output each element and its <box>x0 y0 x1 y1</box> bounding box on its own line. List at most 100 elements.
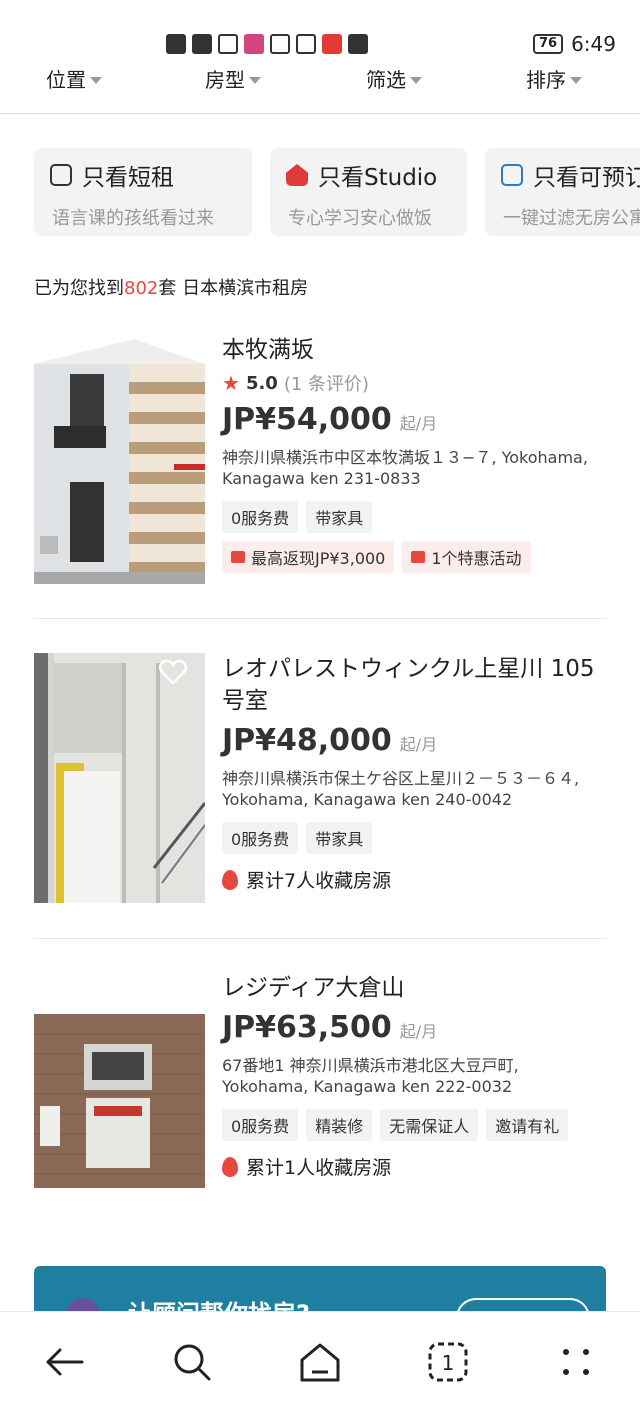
listing-title[interactable]: レオパレストウィンクル上星川 105号室 <box>222 653 606 717</box>
status-bar: 76 6:49 <box>0 0 640 60</box>
price-row: JP¥54,000 起/月 <box>222 402 606 437</box>
home-icon[interactable] <box>296 1338 344 1386</box>
menu-icon[interactable] <box>552 1338 600 1386</box>
favorite-count: 累计7人收藏房源 <box>222 866 606 893</box>
filter-label: 筛选 <box>366 68 406 92</box>
listing-photo[interactable] <box>34 1014 205 1188</box>
tag: 0服务费 <box>222 501 299 533</box>
price-row: JP¥63,500 起/月 <box>222 1010 606 1045</box>
review-count[interactable]: (1 条评价) <box>284 370 369 396</box>
quick-filter-subtitle: 专心学习安心做饭 <box>288 208 432 229</box>
back-arrow-icon[interactable] <box>40 1338 88 1386</box>
listing-price: JP¥63,500 <box>222 1010 392 1045</box>
listing-title[interactable]: 本牧满坂 <box>222 334 606 366</box>
svg-text:1: 1 <box>442 1351 455 1375</box>
filter-label: 排序 <box>526 68 566 92</box>
filter-location[interactable]: 位置 <box>46 64 102 93</box>
listen-icon <box>270 34 290 54</box>
calendar-check-icon <box>501 164 523 186</box>
favorite-count: 累计1人收藏房源 <box>222 1153 606 1180</box>
battery-icon: 76 <box>532 34 564 54</box>
star-icon: ★ <box>222 371 240 395</box>
tag: 0服务费 <box>222 822 299 854</box>
tag: 带家具 <box>306 822 373 854</box>
listing-photo[interactable] <box>34 334 205 584</box>
tag: 精装修 <box>306 1109 373 1141</box>
divider <box>34 618 606 619</box>
search-icon[interactable] <box>168 1338 216 1386</box>
rating-score: 5.0 <box>245 372 278 394</box>
listing-promos: 最高返现JP¥3,000 1个特惠活动 <box>222 541 606 573</box>
listing-card[interactable]: レオパレストウィンクル上星川 105号室 JP¥48,000 起/月 神奈川県横… <box>34 653 606 903</box>
favorite-text: 累计1人收藏房源 <box>246 1157 392 1179</box>
status-icons <box>166 34 368 54</box>
cashback-badge[interactable]: 最高返现JP¥3,000 <box>222 541 395 573</box>
quick-filter-short-rent[interactable]: 只看短租 语言课的孩纸看过来 <box>34 148 252 236</box>
bottom-nav: 1 <box>0 1311 640 1410</box>
tag: 0服务费 <box>222 1109 299 1141</box>
listing-info: レジディア大倉山 JP¥63,500 起/月 67番地1 神奈川県横浜市港北区大… <box>222 972 606 1180</box>
filter-label: 房型 <box>205 68 245 92</box>
quick-filter-subtitle: 语言课的孩纸看过来 <box>52 208 214 229</box>
quick-filter-row: 只看短租 语言课的孩纸看过来 只看Studio 专心学习安心做饭 只看可预订 一… <box>34 148 640 236</box>
tag: 带家具 <box>306 501 373 533</box>
filter-room-type[interactable]: 房型 <box>205 64 261 93</box>
favorite-text: 累计7人收藏房源 <box>246 870 392 892</box>
price-unit: 起/月 <box>399 414 438 433</box>
listing-card[interactable]: 本牧满坂 ★ 5.0 (1 条评价) JP¥54,000 起/月 神奈川県横浜市… <box>34 334 606 584</box>
result-suffix: 套 日本横滨市租房 <box>158 278 309 299</box>
listing-tags: 0服务费 带家具 <box>222 822 606 854</box>
tag: 邀请有礼 <box>486 1109 569 1141</box>
tv-icon <box>296 34 316 54</box>
chevron-down-icon <box>249 76 261 84</box>
promo-text: 1个特惠活动 <box>431 549 522 568</box>
listing-tags: 0服务费 精装修 无需保证人 邀请有礼 <box>222 1109 606 1141</box>
result-count: 已为您找到802套 日本横滨市租房 <box>34 274 308 300</box>
tabs-icon[interactable]: 1 <box>424 1338 472 1386</box>
quick-filter-studio[interactable]: 只看Studio 专心学习安心做饭 <box>270 148 467 236</box>
quick-filter-title: 只看可预订 <box>533 165 640 191</box>
result-prefix: 已为您找到 <box>34 278 124 299</box>
price-row: JP¥48,000 起/月 <box>222 723 606 758</box>
quick-filter-title: 只看短租 <box>82 165 174 191</box>
house-icon <box>286 164 308 186</box>
luggage-icon <box>50 164 72 186</box>
listing-tags: 0服务费 带家具 <box>222 501 606 533</box>
chevron-down-icon <box>90 76 102 84</box>
price-unit: 起/月 <box>399 1022 438 1041</box>
promo-text: 最高返现JP¥3,000 <box>251 549 386 568</box>
listing-photo[interactable] <box>34 653 205 903</box>
price-unit: 起/月 <box>399 735 438 754</box>
filter-more[interactable]: 筛选 <box>366 64 422 93</box>
quick-filter-subtitle: 一键过滤无房公寓 <box>503 208 640 229</box>
chevron-down-icon <box>570 76 582 84</box>
clock: 6:49 <box>571 32 616 56</box>
app-icon <box>244 34 264 54</box>
wifi-icon <box>218 34 238 54</box>
tag-icon <box>411 551 426 563</box>
listing-price: JP¥54,000 <box>222 402 392 437</box>
rating: ★ 5.0 (1 条评价) <box>222 370 606 396</box>
quick-filter-title: 只看Studio <box>318 165 438 191</box>
flame-icon <box>222 869 238 890</box>
listing-title[interactable]: レジディア大倉山 <box>222 972 606 1004</box>
quick-filter-bookable[interactable]: 只看可预订 一键过滤无房公寓 <box>485 148 640 236</box>
favorite-heart-icon[interactable] <box>159 659 187 685</box>
tiktok-icon <box>348 34 368 54</box>
listing-address: 67番地1 神奈川県横浜市港北区大豆戸町, Yokohama, Kanagawa… <box>222 1056 519 1096</box>
listing-card[interactable]: レジディア大倉山 JP¥63,500 起/月 67番地1 神奈川県横浜市港北区大… <box>34 972 606 1230</box>
result-number: 802 <box>124 278 159 299</box>
flame-icon <box>222 1156 238 1177</box>
deal-badge[interactable]: 1个特惠活动 <box>402 541 531 573</box>
listen-app-icon <box>322 34 342 54</box>
divider <box>34 938 606 939</box>
filter-label: 位置 <box>46 68 86 92</box>
chevron-down-icon <box>410 76 422 84</box>
listing-info: レオパレストウィンクル上星川 105号室 JP¥48,000 起/月 神奈川県横… <box>222 653 606 893</box>
listing-info: 本牧满坂 ★ 5.0 (1 条评价) JP¥54,000 起/月 神奈川県横浜市… <box>222 334 606 573</box>
filter-bar: 位置 房型 筛选 排序 <box>0 60 640 114</box>
filter-sort[interactable]: 排序 <box>526 64 582 93</box>
signal-icon <box>192 34 212 54</box>
ticket-icon <box>231 551 245 563</box>
hd-icon <box>166 34 186 54</box>
